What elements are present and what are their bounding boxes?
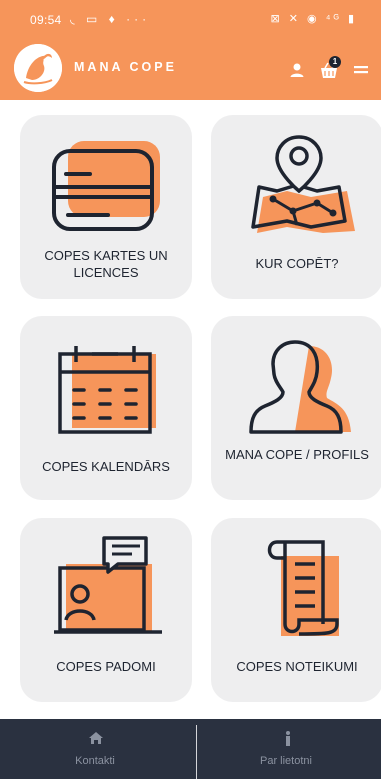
profile-icon — [249, 340, 351, 434]
menu-button[interactable] — [349, 58, 373, 82]
app-brand: MANA COPE — [74, 60, 177, 74]
cart-button[interactable]: 1 — [317, 56, 341, 82]
tile-licenses[interactable]: COPES KARTES UN LICENCES — [20, 115, 192, 299]
tile-where-to-fish[interactable]: KUR COPĒT? — [211, 115, 381, 299]
status-left-icons: ◟ ▭ ♦ ··· — [70, 12, 151, 26]
logo-icon[interactable] — [14, 44, 62, 92]
tile-label: COPES KARTES UN LICENCES — [44, 248, 168, 280]
tile-label: KUR COPĒT? — [255, 256, 339, 271]
tile-calendar[interactable]: COPES KALENDĀRS — [20, 316, 192, 500]
user-icon — [290, 63, 304, 77]
app-bar: MANA COPE 1 — [0, 38, 381, 100]
home-icon — [89, 732, 103, 744]
rules-scroll-icon — [267, 540, 339, 636]
tile-label: COPES NOTEIKUMI — [236, 659, 358, 674]
status-bar: 09:54 ◟ ▭ ♦ ··· ⊠ ✕ ◉ ⁴ᴳ ▮ — [0, 0, 381, 38]
status-time: 09:54 — [30, 13, 62, 27]
tile-label: COPES PADOMI — [56, 659, 156, 674]
nav-item-about[interactable]: Par lietotni — [191, 719, 381, 779]
map-pin-icon — [251, 135, 355, 233]
status-right-icons: ⊠ ✕ ◉ ⁴ᴳ ▮ — [270, 13, 357, 25]
nav-label: Kontakti — [75, 755, 115, 767]
menu-icon — [354, 66, 368, 74]
tile-label: MANA COPE / PROFILS — [225, 447, 369, 462]
bottom-nav: Kontakti Par lietotni — [0, 719, 381, 779]
user-button[interactable] — [285, 58, 309, 82]
app-bar-actions: 1 — [277, 56, 373, 82]
tile-my-profile[interactable]: MANA COPE / PROFILS — [211, 316, 381, 500]
nav-item-contacts[interactable]: Kontakti — [0, 719, 190, 779]
main-content: COPES KARTES UN LICENCES KUR COPĒT? COPE… — [0, 100, 381, 720]
tile-tips[interactable]: COPES PADOMI — [20, 518, 192, 702]
nav-label: Par lietotni — [260, 755, 312, 767]
tile-label: COPES KALENDĀRS — [42, 459, 170, 474]
license-card-icon — [52, 141, 160, 231]
cart-count-badge: 1 — [329, 56, 341, 68]
tips-chat-icon — [54, 536, 162, 634]
calendar-icon — [58, 346, 156, 434]
tile-rules[interactable]: COPES NOTEIKUMI — [211, 518, 381, 702]
fish-logo-icon — [14, 44, 62, 92]
info-icon — [286, 731, 290, 746]
